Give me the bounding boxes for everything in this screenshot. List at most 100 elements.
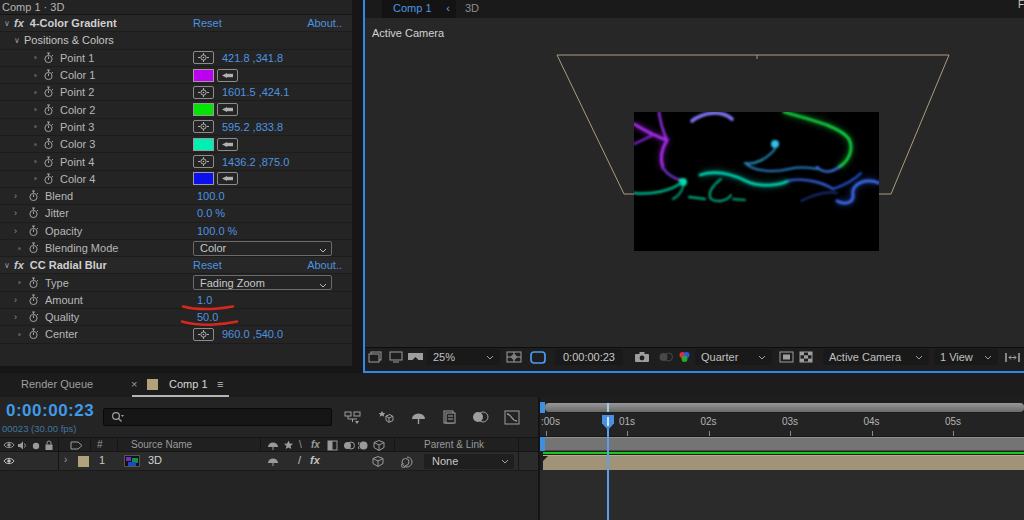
timeline-search-input[interactable] <box>103 408 332 426</box>
color-swatch[interactable] <box>193 69 214 82</box>
frame-blending-icon[interactable] <box>442 410 457 425</box>
stopwatch-icon[interactable] <box>28 190 39 202</box>
composition-viewport[interactable]: Active Camera <box>365 18 1024 347</box>
monitor-icon[interactable] <box>389 351 403 363</box>
channel-rgb-icon[interactable] <box>678 351 691 363</box>
view-layout-camera-dropdown[interactable]: Active Camera <box>823 349 929 365</box>
property-value[interactable]: 100.0 <box>197 190 225 202</box>
stopwatch-icon[interactable] <box>28 328 39 340</box>
collapse-caret-icon[interactable]: ∨ <box>12 36 22 45</box>
view-count-dropdown[interactable]: 1 View <box>934 349 998 365</box>
resolution-dropdown[interactable]: Quarter <box>695 349 772 365</box>
tab-back-chevron[interactable]: ‹ <box>446 0 450 17</box>
property-row[interactable]: ›Amount1.0 <box>0 292 352 309</box>
expand-arrow[interactable]: › <box>14 295 22 305</box>
stopwatch-icon[interactable] <box>43 156 54 168</box>
stopwatch-icon[interactable] <box>28 207 39 219</box>
stopwatch-icon[interactable] <box>28 277 39 289</box>
stopwatch-icon[interactable] <box>43 173 54 185</box>
effect-header-row[interactable]: ∨fxCC Radial BlurResetAbout.. <box>0 257 352 274</box>
region-of-interest-icon[interactable] <box>779 351 794 363</box>
about-link[interactable]: About.. <box>307 259 342 271</box>
navigator-start-handle[interactable] <box>540 402 545 413</box>
property-row[interactable]: Color 4 <box>0 171 352 188</box>
layer-visibility-eye-icon[interactable] <box>3 456 15 466</box>
layer-fx-icon[interactable]: fx <box>310 454 320 466</box>
tab-comp1-timeline[interactable]: Comp 1 <box>169 373 208 396</box>
shy-layers-icon[interactable] <box>410 410 427 425</box>
shy-column-icon[interactable] <box>267 440 279 451</box>
property-row[interactable]: Point 21601.5 ,424.1 <box>0 84 352 101</box>
comp-flowchart-icon[interactable] <box>344 410 362 425</box>
color-swatch[interactable] <box>193 172 214 185</box>
stopwatch-icon[interactable] <box>43 86 54 98</box>
point-crosshair-button[interactable] <box>193 51 214 64</box>
grid-guides-icon[interactable] <box>505 351 523 364</box>
property-row[interactable]: ›Blend100.0 <box>0 188 352 205</box>
mask-visibility-icon[interactable] <box>527 350 548 365</box>
color-swatch[interactable] <box>193 138 214 151</box>
solo-icon[interactable] <box>32 442 40 450</box>
parent-dropdown[interactable]: None <box>424 454 514 469</box>
label-column-icon[interactable] <box>70 440 83 451</box>
stopwatch-icon[interactable] <box>28 242 39 254</box>
collapse-caret-icon[interactable]: ∨ <box>2 261 12 270</box>
property-row[interactable]: TypeFading Zoom <box>0 274 352 291</box>
color-swatch[interactable] <box>193 103 214 116</box>
point-crosshair-button[interactable] <box>193 86 214 99</box>
about-link[interactable]: About.. <box>307 17 342 29</box>
magnification-dropdown[interactable]: 25% <box>427 349 500 365</box>
col-number[interactable]: # <box>97 439 103 450</box>
fx-column-icon[interactable]: fx <box>311 439 320 450</box>
property-value[interactable]: 50.0 <box>197 311 218 323</box>
stopwatch-icon[interactable] <box>43 69 54 81</box>
point-value[interactable]: 1601.5 ,424.1 <box>222 86 289 98</box>
work-area-start-handle[interactable] <box>540 437 545 451</box>
expand-arrow[interactable]: › <box>14 312 22 322</box>
property-row[interactable]: Point 1421.8 ,341.8 <box>0 50 352 67</box>
layer-duration-bar[interactable] <box>543 455 1024 470</box>
cube-3d-column-icon[interactable] <box>373 440 385 451</box>
audio-speaker-icon[interactable] <box>17 440 28 451</box>
layer-label-chip[interactable] <box>78 456 89 467</box>
tab-comp1-viewer[interactable]: Comp 1‹ <box>382 0 456 18</box>
property-dropdown[interactable]: Fading Zoom <box>193 275 332 290</box>
eyedropper-button[interactable] <box>217 138 238 151</box>
reset-button[interactable]: Reset <box>193 259 222 271</box>
point-value[interactable]: 595.2 ,833.8 <box>222 121 283 133</box>
stopwatch-icon[interactable] <box>28 225 39 237</box>
property-row[interactable]: ›Opacity100.0 % <box>0 223 352 240</box>
layer-expander[interactable]: › <box>64 454 67 465</box>
graph-editor-icon[interactable] <box>504 410 520 425</box>
eyedropper-button[interactable] <box>217 103 238 116</box>
property-row[interactable]: ∨Positions & Colors <box>0 32 352 49</box>
tab-3d-viewer[interactable]: 3D <box>465 0 479 17</box>
stopwatch-icon[interactable] <box>43 138 54 150</box>
point-value[interactable]: 1436.2 ,875.0 <box>222 156 289 168</box>
track-matte-column-icon[interactable] <box>343 440 355 451</box>
playhead-line[interactable] <box>607 427 609 520</box>
collapse-column-icon[interactable] <box>283 440 294 451</box>
lock-icon[interactable] <box>44 440 54 451</box>
show-snapshot-icon[interactable] <box>656 351 676 363</box>
point-crosshair-button[interactable] <box>193 120 214 133</box>
expand-panel-icon[interactable] <box>1004 352 1020 363</box>
motion-blur-column-icon[interactable] <box>358 440 369 451</box>
property-row[interactable]: Color 1 <box>0 67 352 84</box>
snapshot-camera-icon[interactable] <box>633 351 651 363</box>
property-row[interactable]: Color 3 <box>0 136 352 153</box>
draft-3d-icon[interactable] <box>377 410 395 425</box>
eyedropper-button[interactable] <box>217 172 238 185</box>
tab-close-icon[interactable]: × <box>131 373 137 396</box>
property-row[interactable]: Point 3595.2 ,833.8 <box>0 119 352 136</box>
work-area-bar[interactable] <box>543 437 1024 451</box>
stopwatch-icon[interactable] <box>28 311 39 323</box>
expand-arrow[interactable]: › <box>14 191 22 201</box>
tab-render-queue[interactable]: Render Queue <box>21 373 93 396</box>
property-row[interactable]: ›Jitter0.0 % <box>0 205 352 222</box>
effect-header-row[interactable]: ∨fx4-Color GradientResetAbout.. <box>0 15 352 32</box>
property-row[interactable]: Color 2 <box>0 101 352 118</box>
video-eye-icon[interactable] <box>3 440 15 450</box>
layer-quality-icon[interactable]: / <box>298 454 301 466</box>
layer-shy-icon[interactable] <box>267 456 279 467</box>
